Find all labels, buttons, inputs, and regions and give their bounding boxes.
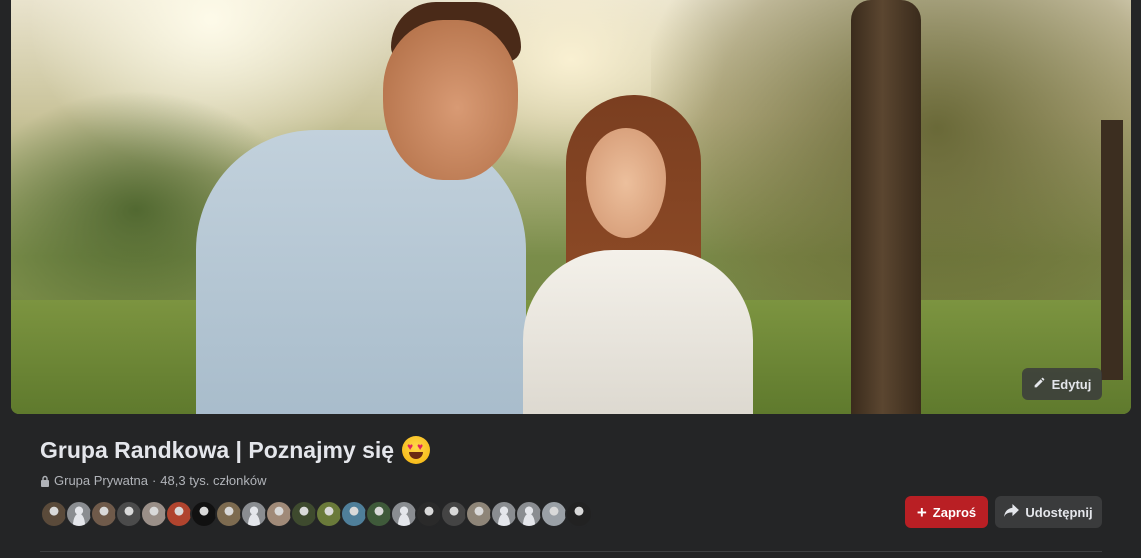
member-avatar[interactable]	[240, 500, 268, 528]
member-avatar[interactable]	[65, 500, 93, 528]
member-avatar[interactable]	[215, 500, 243, 528]
member-avatar[interactable]	[190, 500, 218, 528]
member-avatar[interactable]	[440, 500, 468, 528]
member-avatar[interactable]	[90, 500, 118, 528]
member-avatar[interactable]	[40, 500, 68, 528]
edit-cover-button[interactable]: Edytuj	[1022, 368, 1102, 400]
cover-man-head	[383, 20, 518, 180]
member-avatar[interactable]	[540, 500, 568, 528]
share-button[interactable]: Udostępnij	[995, 496, 1102, 528]
member-avatar[interactable]	[565, 500, 593, 528]
member-avatars[interactable]	[40, 500, 593, 528]
member-avatar[interactable]	[140, 500, 168, 528]
member-avatar[interactable]	[290, 500, 318, 528]
member-avatar[interactable]	[465, 500, 493, 528]
member-avatar[interactable]	[365, 500, 393, 528]
invite-label: Zaproś	[932, 504, 977, 520]
cover-woman-figure	[523, 250, 753, 414]
share-label: Udostępnij	[1025, 504, 1093, 520]
meta-separator: ·	[151, 473, 157, 488]
member-avatar[interactable]	[490, 500, 518, 528]
member-count[interactable]: 48,3 tys. członków	[160, 473, 266, 488]
member-avatar[interactable]	[390, 500, 418, 528]
invite-button[interactable]: + Zaproś	[905, 496, 988, 528]
group-meta: Grupa Prywatna · 48,3 tys. członków	[40, 473, 267, 488]
edit-cover-label: Edytuj	[1051, 376, 1092, 392]
cover-tree-trunk	[851, 0, 921, 414]
member-avatar[interactable]	[340, 500, 368, 528]
member-avatar[interactable]	[515, 500, 543, 528]
pencil-icon	[1033, 376, 1046, 392]
member-avatar[interactable]	[415, 500, 443, 528]
group-title: Grupa Randkowa | Poznajmy się ♥ ♥	[40, 436, 431, 464]
share-arrow-icon	[1004, 504, 1020, 520]
member-avatar[interactable]	[315, 500, 343, 528]
heart-eyes-emoji-icon: ♥ ♥	[402, 436, 431, 464]
section-divider	[40, 551, 1102, 552]
member-avatar[interactable]	[165, 500, 193, 528]
cover-tree-trunk-small	[1101, 120, 1123, 380]
group-privacy: Grupa Prywatna	[54, 473, 148, 488]
cover-photo[interactable]	[11, 0, 1131, 414]
member-avatar[interactable]	[265, 500, 293, 528]
lock-icon	[40, 475, 50, 487]
plus-icon: +	[916, 502, 927, 522]
member-avatar[interactable]	[115, 500, 143, 528]
group-name[interactable]: Grupa Randkowa | Poznajmy się	[40, 437, 394, 464]
